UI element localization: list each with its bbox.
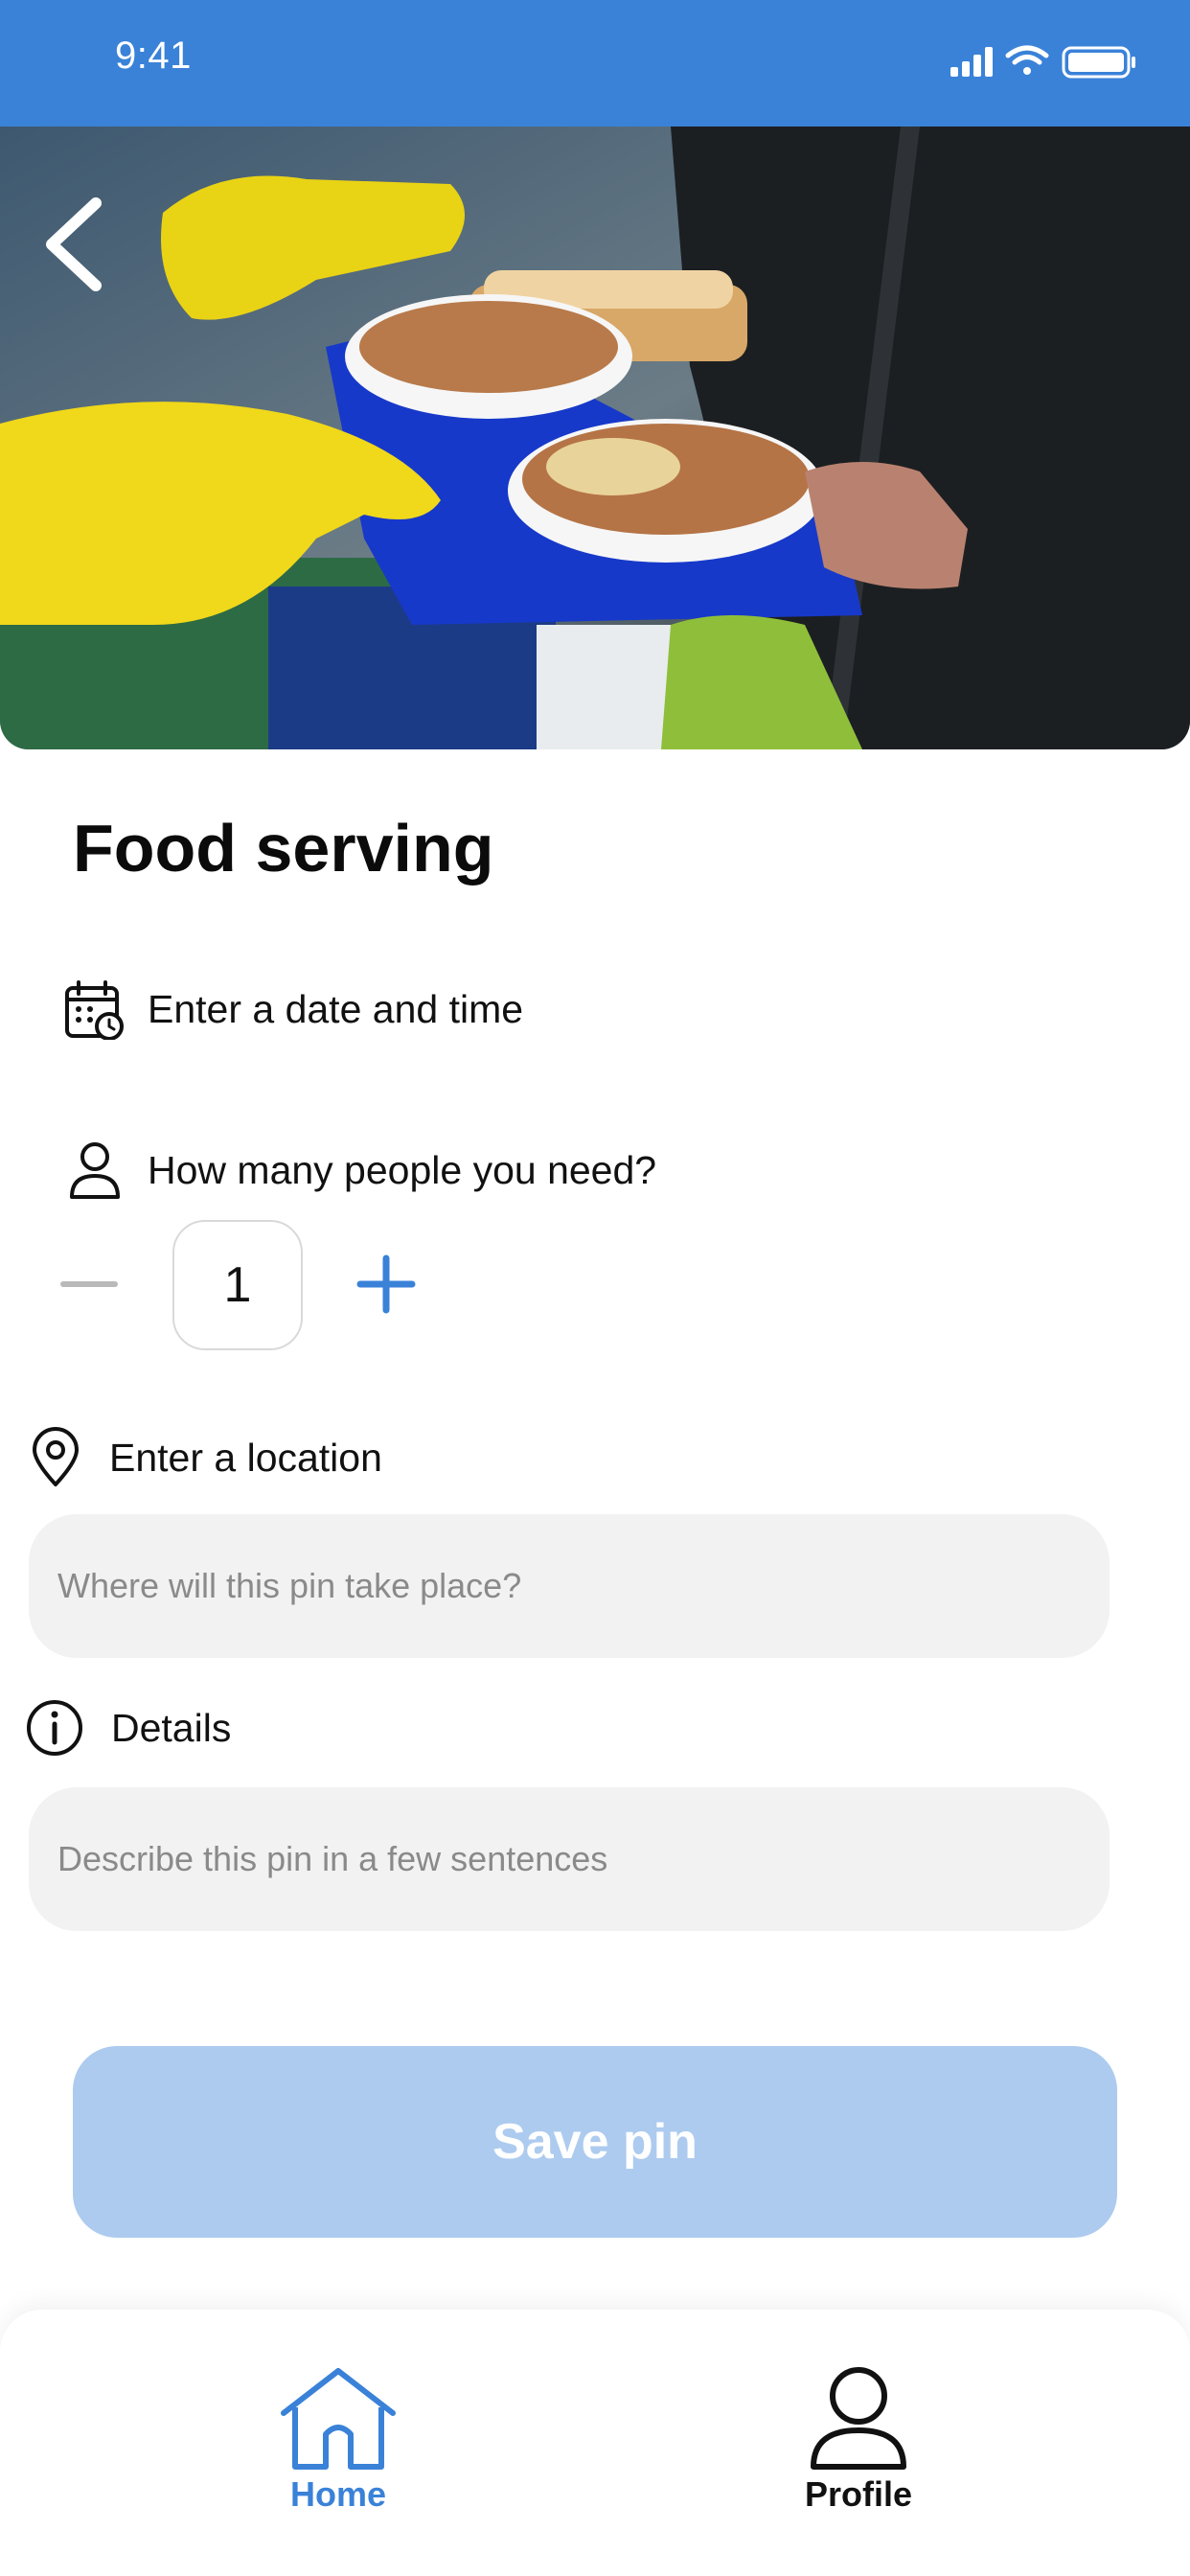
people-row: How many people you need?: [67, 1137, 795, 1204]
tab-home-label: Home: [289, 2474, 387, 2514]
decrease-button[interactable]: [57, 1255, 125, 1313]
tab-profile-label: Profile: [804, 2474, 913, 2514]
tab-profile[interactable]: Profile: [763, 2365, 954, 2557]
details-label: Details: [111, 1705, 232, 1750]
person-icon: [70, 1142, 120, 1199]
chevron-left-icon: [46, 197, 102, 291]
page-title: Food serving: [73, 811, 494, 886]
details-placeholder: Describe this pin in a few sentences: [57, 1839, 608, 1878]
people-count[interactable]: 1: [172, 1220, 303, 1350]
hero-image: [0, 126, 1190, 749]
location-input[interactable]: Where will this pin take place?: [29, 1514, 1110, 1658]
location-label: Enter a location: [109, 1435, 382, 1480]
signal-icon: [950, 47, 993, 77]
people-label: How many people you need?: [148, 1147, 657, 1192]
profile-icon: [811, 2367, 906, 2470]
calendar-clock-icon: [65, 980, 124, 1040]
location-placeholder: Where will this pin take place?: [57, 1566, 522, 1605]
save-pin-label: Save pin: [492, 2114, 698, 2170]
location-pin-icon: [33, 1427, 79, 1486]
status-icons: [903, 42, 1190, 80]
plus-icon: [356, 1254, 416, 1314]
back-button[interactable]: [33, 192, 119, 297]
tab-bar: [0, 2310, 1190, 2576]
food-serving-photo: [0, 126, 1190, 749]
date-time-label: Enter a date and time: [148, 986, 524, 1031]
increase-button[interactable]: [353, 1251, 420, 1318]
save-pin-button[interactable]: Save pin: [73, 2046, 1117, 2238]
date-time-row[interactable]: Enter a date and time: [63, 976, 734, 1043]
minus-icon: [60, 1281, 118, 1287]
details-label-row: Details: [25, 1696, 696, 1760]
details-input[interactable]: Describe this pin in a few sentences: [29, 1787, 1110, 1931]
status-time: 9:41: [115, 34, 192, 77]
info-icon: [27, 1700, 82, 1756]
battery-icon: [1062, 46, 1135, 79]
tab-home[interactable]: Home: [242, 2365, 434, 2557]
location-label-row: Enter a location: [31, 1426, 701, 1489]
wifi-icon: [1005, 45, 1049, 75]
home-icon: [281, 2368, 396, 2470]
